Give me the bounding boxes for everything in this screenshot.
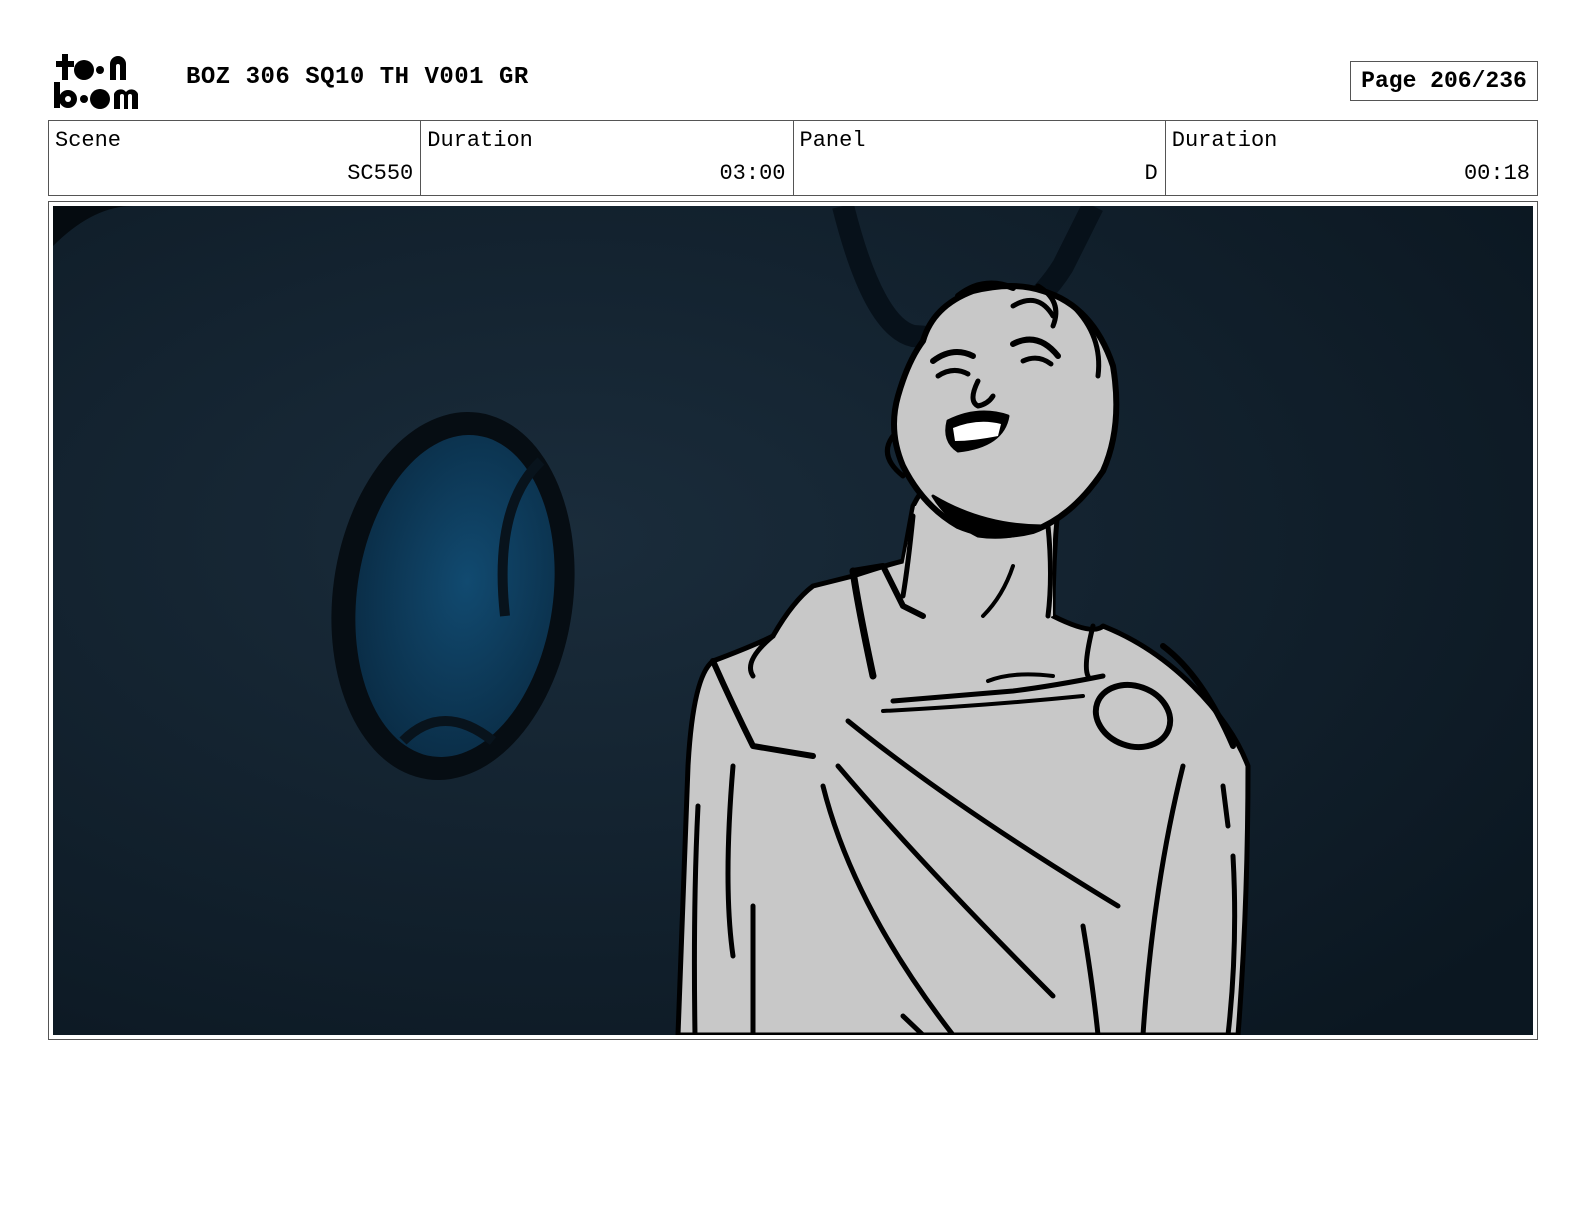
- panel-illustration: [53, 206, 1533, 1035]
- storyboard-panel-image: [53, 206, 1533, 1035]
- scene-cell: Scene SC550: [49, 121, 422, 195]
- scene-duration-cell: Duration 03:00: [421, 121, 794, 195]
- scene-duration-value: 03:00: [719, 161, 786, 186]
- panel-duration-cell: Duration 00:18: [1166, 121, 1537, 195]
- document-title: BOZ 306 SQ10 TH V001 GR: [186, 64, 529, 91]
- panel-cell: Panel D: [794, 121, 1166, 195]
- panel-duration-value: 00:18: [1463, 161, 1530, 186]
- panel-value: D: [1144, 161, 1158, 186]
- scene-info-table: Scene SC550 Duration 03:00 Panel D Durat…: [48, 120, 1538, 196]
- page-number: Page 206/236: [1350, 61, 1538, 101]
- panel-duration-label: Duration: [1171, 128, 1278, 153]
- toon-boom-logo: [54, 54, 138, 109]
- storyboard-panel-frame: [48, 201, 1538, 1040]
- scene-duration-label: Duration: [427, 128, 533, 153]
- panel-label: Panel: [799, 128, 866, 153]
- scene-label: Scene: [55, 128, 122, 153]
- scene-value: SC550: [347, 161, 414, 186]
